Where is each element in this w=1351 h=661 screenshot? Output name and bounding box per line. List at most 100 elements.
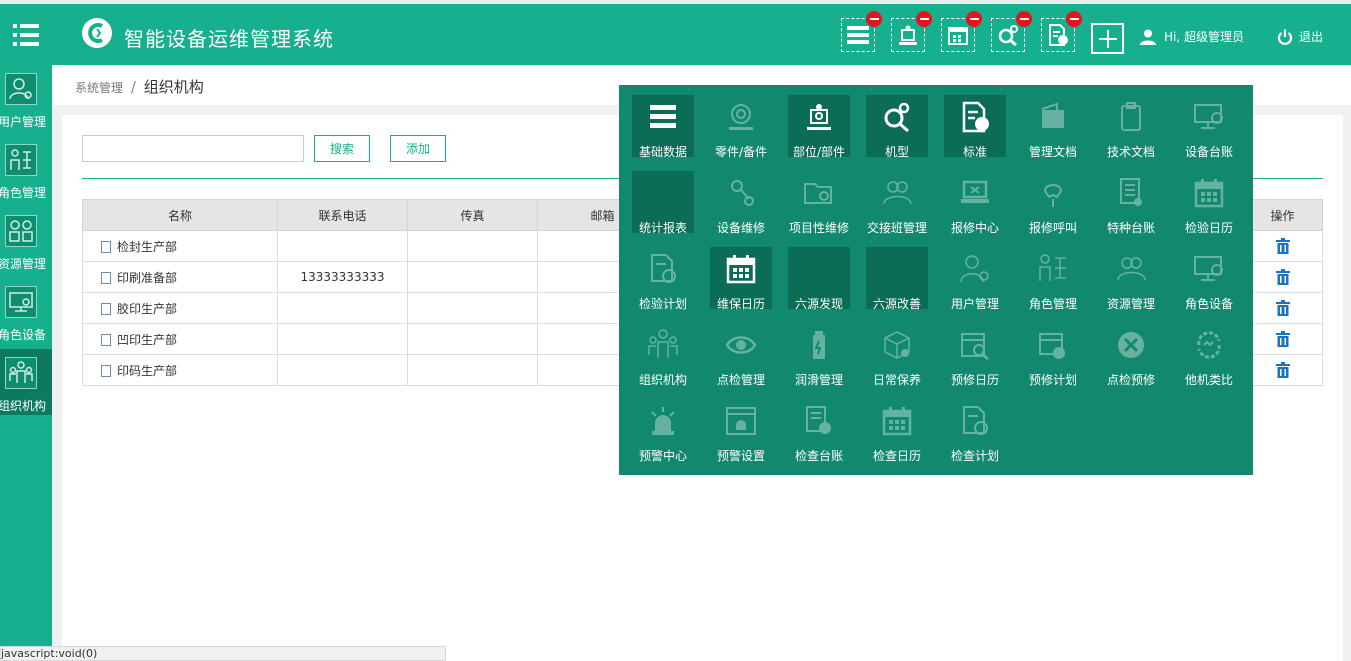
quick-parts[interactable] <box>891 11 932 52</box>
trash-icon[interactable] <box>1275 238 1290 254</box>
menu-tile-label: 点检管理 <box>716 373 765 387</box>
calendar-search-icon <box>959 329 991 361</box>
menu-tile[interactable]: 点检预修 <box>1100 323 1162 387</box>
menu-tile[interactable]: 点检管理 <box>710 323 772 387</box>
quick-basic-data[interactable] <box>841 11 882 52</box>
phone-call-icon <box>1037 177 1069 209</box>
breadcrumb-parent[interactable]: 系统管理 <box>75 81 123 95</box>
menu-tile-label: 点检预修 <box>1106 373 1155 387</box>
tools-circle-icon <box>1115 329 1147 361</box>
remove-quick-icon[interactable] <box>866 11 882 27</box>
cell-actions <box>1242 261 1323 293</box>
exchange-icon <box>1193 329 1225 361</box>
menu-tile[interactable]: 管理文档 <box>1022 95 1084 159</box>
menu-tile[interactable]: 设备台账 <box>1178 95 1240 159</box>
logout-button[interactable]: 退出 <box>1277 28 1323 45</box>
menu-tile[interactable]: 标准 <box>944 95 1006 159</box>
menu-tile[interactable]: 预警设置 <box>710 399 772 463</box>
menu-tile[interactable]: 统计报表 <box>632 171 694 235</box>
menu-tile[interactable]: 六源发现 <box>788 247 850 311</box>
menu-tile[interactable]: 检验计划 <box>632 247 694 311</box>
menu-tile[interactable]: 报修中心 <box>944 171 1006 235</box>
cell-fax <box>407 292 538 324</box>
trash-icon[interactable] <box>1275 362 1290 378</box>
menu-tile[interactable]: 项目性维修 <box>788 171 850 235</box>
menu-tile[interactable]: 设备维修 <box>710 171 772 235</box>
trash-icon[interactable] <box>1275 269 1290 285</box>
menu-tile[interactable]: 技术文档 <box>1100 95 1162 159</box>
menu-tile[interactable]: 基础数据 <box>632 95 694 159</box>
menu-tile[interactable]: 六源改善 <box>866 247 928 311</box>
sidebar-item-resources[interactable]: 资源管理 <box>0 207 52 273</box>
puzzle-icon <box>899 25 917 45</box>
cell-name[interactable]: 胶印生产部 <box>82 292 278 324</box>
menu-tile[interactable]: 报修呼叫 <box>1022 171 1084 235</box>
add-quick-button[interactable] <box>1091 23 1124 54</box>
menu-tile[interactable]: 角色管理 <box>1022 247 1084 311</box>
organization-icon <box>647 329 679 361</box>
menu-tile-label: 管理文档 <box>1028 145 1077 159</box>
logo-icon <box>88 23 103 43</box>
trash-icon[interactable] <box>1275 300 1290 316</box>
menu-tile[interactable]: 零件/备件 <box>710 95 772 159</box>
sidebar-item-organization[interactable]: 组织机构 <box>0 349 52 415</box>
search-button[interactable]: 搜索 <box>314 135 370 162</box>
cell-name[interactable]: 印码生产部 <box>82 354 278 386</box>
quick-standard[interactable] <box>1041 11 1082 52</box>
box-gear-icon <box>881 329 913 361</box>
menu-tile[interactable]: 检查计划 <box>944 399 1006 463</box>
menu-tile[interactable]: 预修日历 <box>944 323 1006 387</box>
menu-tile[interactable]: 检查日历 <box>866 399 928 463</box>
calendar-icon <box>1193 177 1225 209</box>
user-gear-icon <box>5 73 37 105</box>
menu-tile[interactable]: 角色设备 <box>1178 247 1240 311</box>
menu-tile[interactable]: 机型 <box>866 95 928 159</box>
quick-model[interactable] <box>991 11 1032 52</box>
column-header-phone[interactable]: 联系电话 <box>277 199 408 231</box>
cell-name[interactable]: 印刷准备部 <box>82 261 278 293</box>
menu-tile[interactable]: 他机类比 <box>1178 323 1240 387</box>
menu-tile-label: 标准 <box>962 145 987 159</box>
calendar-icon <box>881 405 913 437</box>
menu-tile[interactable]: 预修计划 <box>1022 323 1084 387</box>
menu-tile[interactable]: 部位/部件 <box>788 95 850 159</box>
cell-fax <box>407 354 538 386</box>
column-header-name[interactable]: 名称 <box>82 199 278 231</box>
cell-name[interactable]: 凹印生产部 <box>82 323 278 355</box>
sidebar-item-users[interactable]: 用户管理 <box>0 65 52 131</box>
menu-tile[interactable]: 维保日历 <box>710 247 772 311</box>
gear-search-icon <box>998 25 1018 46</box>
document-list-icon <box>1115 177 1147 209</box>
remove-quick-icon[interactable] <box>916 11 932 27</box>
quick-calendar[interactable] <box>941 11 982 52</box>
menu-tile[interactable]: 日常保养 <box>866 323 928 387</box>
user-info[interactable]: Hi, 超级管理员 <box>1140 28 1244 45</box>
remove-quick-icon[interactable] <box>1016 11 1032 27</box>
cell-name[interactable]: 检封生产部 <box>82 230 278 262</box>
monitor-gear-icon <box>1193 253 1225 285</box>
cell-actions <box>1242 354 1323 386</box>
menu-tile[interactable]: 检验日历 <box>1178 171 1240 235</box>
remove-quick-icon[interactable] <box>1066 11 1082 27</box>
menu-tile[interactable]: 用户管理 <box>944 247 1006 311</box>
menu-tile[interactable]: 资源管理 <box>1100 247 1162 311</box>
menu-tile[interactable]: 预警中心 <box>632 399 694 463</box>
document-clock-icon <box>647 253 679 285</box>
status-bar: javascript:void(0) <box>0 646 446 661</box>
remove-quick-icon[interactable] <box>966 11 982 27</box>
sidebar-item-role-devices[interactable]: 角色设备 <box>0 278 52 344</box>
search-input[interactable] <box>82 135 304 162</box>
column-header-fax[interactable]: 传真 <box>407 199 538 231</box>
menu-tile[interactable]: 特种台账 <box>1100 171 1162 235</box>
add-button[interactable]: 添加 <box>390 135 446 162</box>
trash-icon[interactable] <box>1275 331 1290 347</box>
menu-tile[interactable]: 组织机构 <box>632 323 694 387</box>
menu-tile[interactable]: 润滑管理 <box>788 323 850 387</box>
sidebar-item-roles[interactable]: 角色管理 <box>0 136 52 202</box>
menu-tile[interactable]: 交接班管理 <box>866 171 928 235</box>
menu-tile-label: 统计报表 <box>638 221 687 235</box>
menu-toggle-button[interactable] <box>0 4 52 65</box>
eye-icon <box>725 329 757 361</box>
menu-tile[interactable]: 检查台账 <box>788 399 850 463</box>
menu-tile-label: 基础数据 <box>638 145 687 159</box>
